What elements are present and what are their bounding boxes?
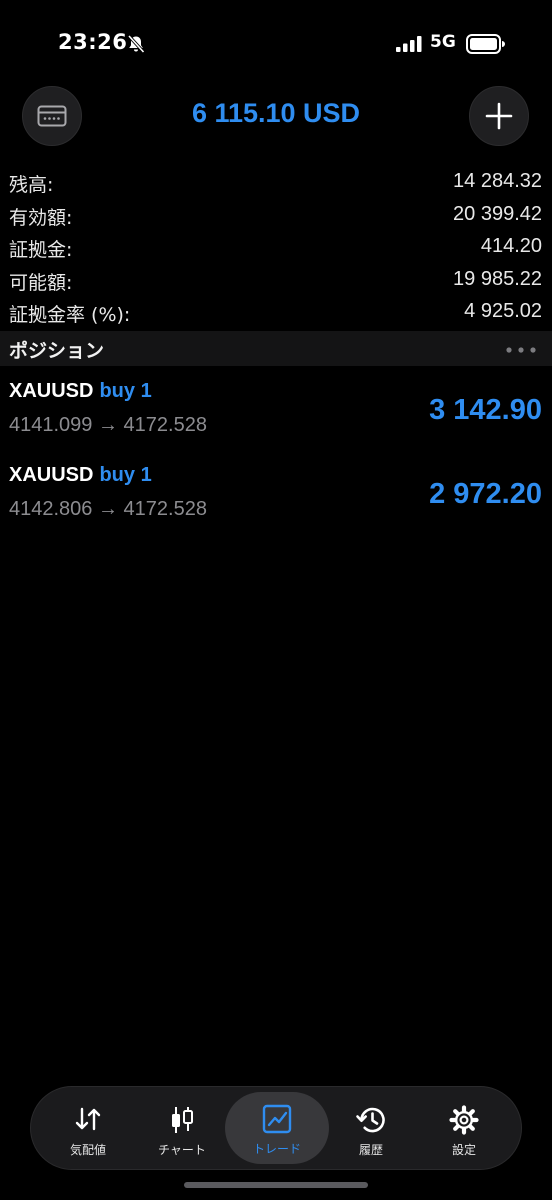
status-bar: 23:26 5G — [0, 28, 552, 64]
account-row-margin: 証拠金: 414.20 — [0, 231, 552, 264]
account-label: 残高: — [9, 174, 54, 196]
status-time: 23:26 — [58, 30, 128, 54]
tab-label: トレード — [252, 1142, 301, 1156]
tab-history[interactable]: 履歴 — [324, 1093, 418, 1163]
tab-trade[interactable]: トレード — [225, 1092, 329, 1164]
tab-bar: 気配値 チャート トレード 履歴 設定 — [30, 1086, 522, 1170]
tab-label: チャート — [158, 1143, 206, 1157]
account-row-free-margin: 可能額: 19 985.22 — [0, 264, 552, 297]
positions-header: ポジション — [0, 331, 552, 366]
tab-quotes[interactable]: 気配値 — [41, 1093, 135, 1163]
arrows-updown-icon — [75, 1107, 101, 1131]
position-profit: 2 972.20 — [429, 478, 542, 510]
account-value: 4 925.02 — [464, 300, 542, 322]
account-value: 414.20 — [480, 235, 542, 257]
home-indicator — [184, 1182, 368, 1188]
position-symbol-text: XAUUSD — [9, 380, 94, 402]
gear-icon — [449, 1105, 479, 1135]
account-row-equity: 有効額: 20 399.42 — [0, 199, 552, 232]
position-side: buy 1 — [99, 380, 152, 402]
account-summary: 残高: 14 284.32 有効額: 20 399.42 証拠金: 414.20… — [0, 166, 552, 329]
positions-title: ポジション — [9, 340, 105, 362]
account-value: 14 284.32 — [453, 170, 542, 192]
account-label: 証拠金: — [9, 239, 73, 261]
trade-chart-icon — [262, 1104, 292, 1134]
signal-icon — [396, 36, 422, 52]
position-row[interactable]: XAUUSD buy 1 4142.806 → 4172.528 2 972.20 — [0, 454, 552, 540]
position-prices: 4141.099 → 4172.528 — [9, 414, 207, 436]
account-label: 可能額: — [9, 271, 73, 294]
position-side: buy 1 — [99, 464, 152, 486]
tab-settings[interactable]: 設定 — [417, 1093, 511, 1163]
tab-chart[interactable]: チャート — [135, 1093, 229, 1163]
candlestick-icon — [172, 1107, 193, 1133]
plus-icon — [485, 102, 513, 130]
position-symbol: XAUUSD buy 1 — [9, 380, 152, 403]
more-icon[interactable] — [506, 347, 536, 353]
position-symbol-text: XAUUSD — [9, 464, 94, 486]
position-prices: 4142.806 → 4172.528 — [9, 498, 207, 520]
account-value: 19 985.22 — [453, 267, 542, 290]
network-label: 5G — [430, 32, 456, 52]
account-row-balance: 残高: 14 284.32 — [0, 166, 552, 199]
account-label: 有効額: — [9, 206, 73, 229]
position-profit: 3 142.90 — [429, 394, 542, 426]
battery-icon — [466, 34, 505, 54]
tab-label: 気配値 — [69, 1143, 106, 1157]
new-order-button[interactable] — [469, 86, 529, 146]
account-value: 20 399.42 — [453, 202, 542, 225]
history-icon — [356, 1107, 385, 1133]
position-row[interactable]: XAUUSD buy 1 4141.099 → 4172.528 3 142.90 — [0, 370, 552, 456]
tab-label: 履歴 — [358, 1143, 383, 1157]
position-symbol: XAUUSD buy 1 — [9, 464, 152, 487]
bell-off-icon — [127, 34, 145, 54]
account-row-margin-level: 証拠金率 (%): 4 925.02 — [0, 296, 552, 329]
header: 6 115.10 USD — [0, 86, 552, 148]
account-label: 証拠金率 (%): — [9, 304, 131, 326]
tab-label: 設定 — [451, 1143, 476, 1157]
